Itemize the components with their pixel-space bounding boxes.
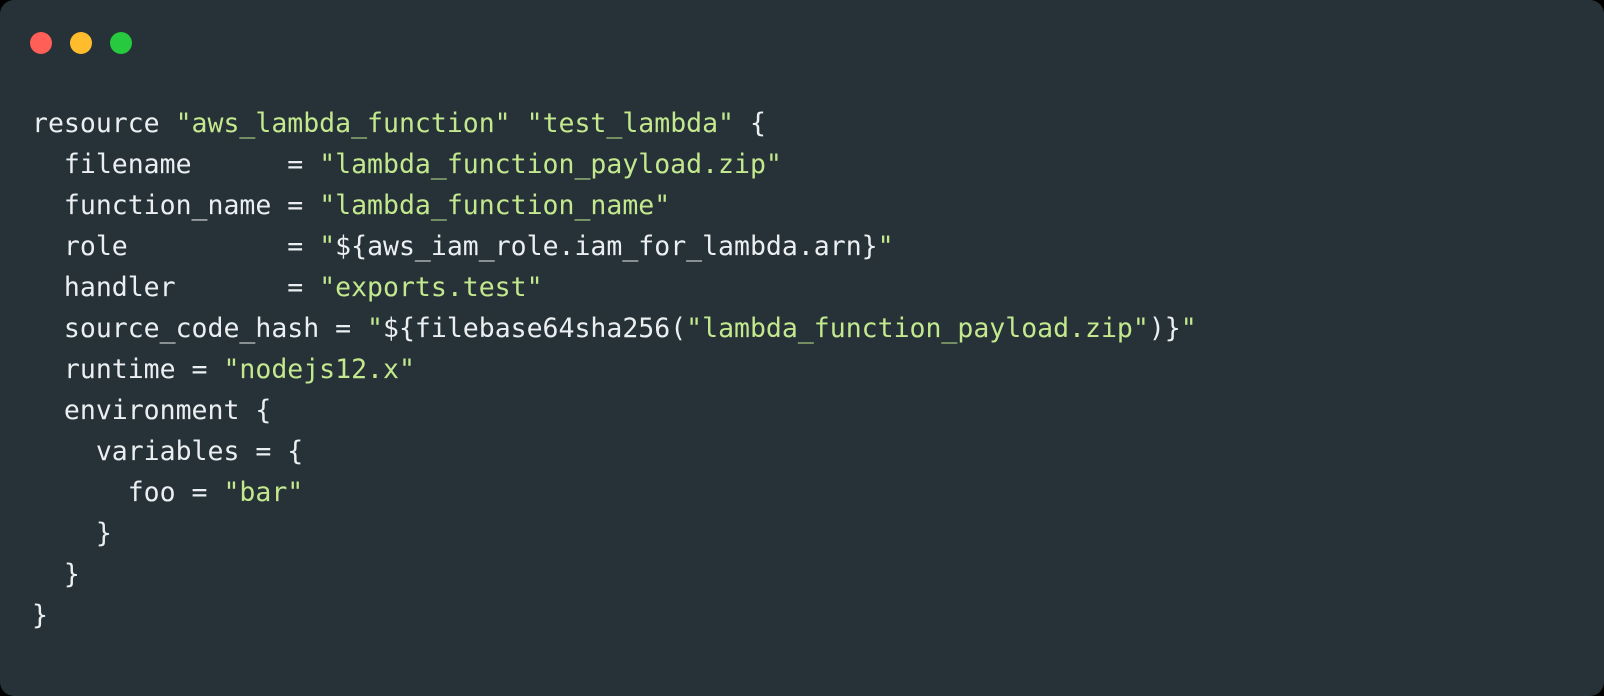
code-token-plain: function_name = bbox=[32, 190, 320, 221]
code-line: } bbox=[32, 595, 1604, 636]
close-window-button[interactable] bbox=[30, 32, 52, 54]
code-line: runtime = "nodejs12.x" bbox=[32, 349, 1604, 390]
code-line: function_name = "lambda_function_name" bbox=[32, 185, 1604, 226]
window-titlebar bbox=[0, 0, 1604, 86]
code-line: foo = "bar" bbox=[32, 472, 1604, 513]
code-line: filename = "lambda_function_payload.zip" bbox=[32, 144, 1604, 185]
code-token-plain: ${aws_iam_role.iam_for_lambda.arn} bbox=[335, 231, 878, 262]
code-token-str: "nodejs12.x" bbox=[223, 354, 415, 385]
code-token-str: "aws_lambda_function" bbox=[175, 108, 511, 139]
maximize-window-button[interactable] bbox=[110, 32, 132, 54]
code-token-plain: } bbox=[32, 600, 48, 631]
code-token-str: "lambda_function_payload.zip" bbox=[686, 313, 1149, 344]
minimize-window-button[interactable] bbox=[70, 32, 92, 54]
code-line: resource "aws_lambda_function" "test_lam… bbox=[32, 103, 1604, 144]
code-block[interactable]: resource "aws_lambda_function" "test_lam… bbox=[32, 103, 1604, 636]
code-token-plain: source_code_hash = bbox=[32, 313, 368, 344]
code-editor-area[interactable]: resource "aws_lambda_function" "test_lam… bbox=[0, 86, 1604, 696]
code-token-plain: } bbox=[32, 518, 112, 549]
code-token-plain: } bbox=[32, 559, 80, 590]
code-token-plain: { bbox=[734, 108, 766, 139]
code-token-plain: role = bbox=[32, 231, 320, 262]
code-token-plain: ${filebase64sha256( bbox=[383, 313, 687, 344]
code-token-str: "exports.test" bbox=[319, 272, 543, 303]
code-token-plain: filename = bbox=[32, 149, 320, 180]
code-token-plain: environment { bbox=[32, 395, 272, 426]
traffic-light-group bbox=[30, 32, 132, 54]
code-token-str: " bbox=[877, 231, 894, 262]
code-line: source_code_hash = "${filebase64sha256("… bbox=[32, 308, 1604, 349]
code-token-plain: variables = { bbox=[32, 436, 304, 467]
code-line: environment { bbox=[32, 390, 1604, 431]
code-token-plain: foo = bbox=[32, 477, 224, 508]
code-token-plain: resource bbox=[32, 108, 176, 139]
code-token-str: "lambda_function_name" bbox=[319, 190, 671, 221]
code-line: role = "${aws_iam_role.iam_for_lambda.ar… bbox=[32, 226, 1604, 267]
code-token-plain: handler = bbox=[32, 272, 320, 303]
code-token-str: " bbox=[367, 313, 384, 344]
code-token-str: " bbox=[1180, 313, 1197, 344]
code-token-plain: runtime = bbox=[32, 354, 224, 385]
code-token-str: "test_lambda" bbox=[526, 108, 735, 139]
code-line: } bbox=[32, 513, 1604, 554]
code-line: handler = "exports.test" bbox=[32, 267, 1604, 308]
code-line: variables = { bbox=[32, 431, 1604, 472]
code-token-plain: )} bbox=[1148, 313, 1181, 344]
code-token-str: "bar" bbox=[223, 477, 304, 508]
code-snippet-window: resource "aws_lambda_function" "test_lam… bbox=[0, 0, 1604, 696]
code-token-str: "lambda_function_payload.zip" bbox=[319, 149, 782, 180]
code-token-str: " bbox=[319, 231, 336, 262]
code-line: } bbox=[32, 554, 1604, 595]
